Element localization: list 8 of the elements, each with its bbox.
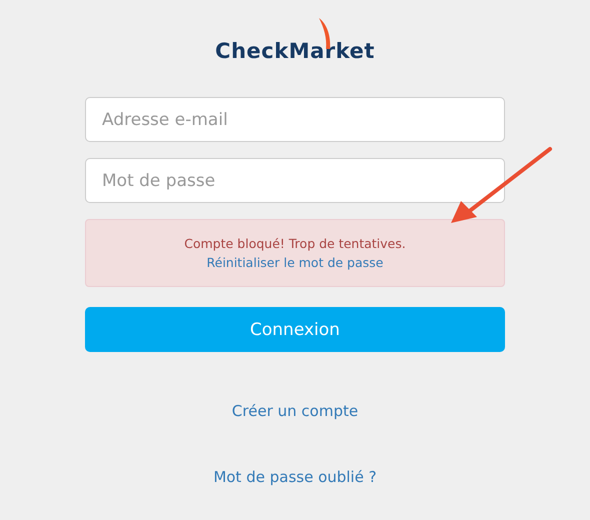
reset-password-link[interactable]: Réinitialiser le mot de passe <box>206 255 384 270</box>
error-message: Compte bloqué! Trop de tentatives. Réinitialiser le mot de passe <box>183 235 407 272</box>
login-button[interactable]: Connexion <box>85 307 505 352</box>
password-field[interactable]: Mot de passe <box>85 158 505 203</box>
text-link[interactable]: Mot de passe oublié ? <box>213 468 377 486</box>
logo: CheckMarket <box>215 16 375 64</box>
email-field[interactable]: Adresse e-mail <box>85 97 505 142</box>
text-link[interactable]: Créer un compte <box>232 402 358 420</box>
